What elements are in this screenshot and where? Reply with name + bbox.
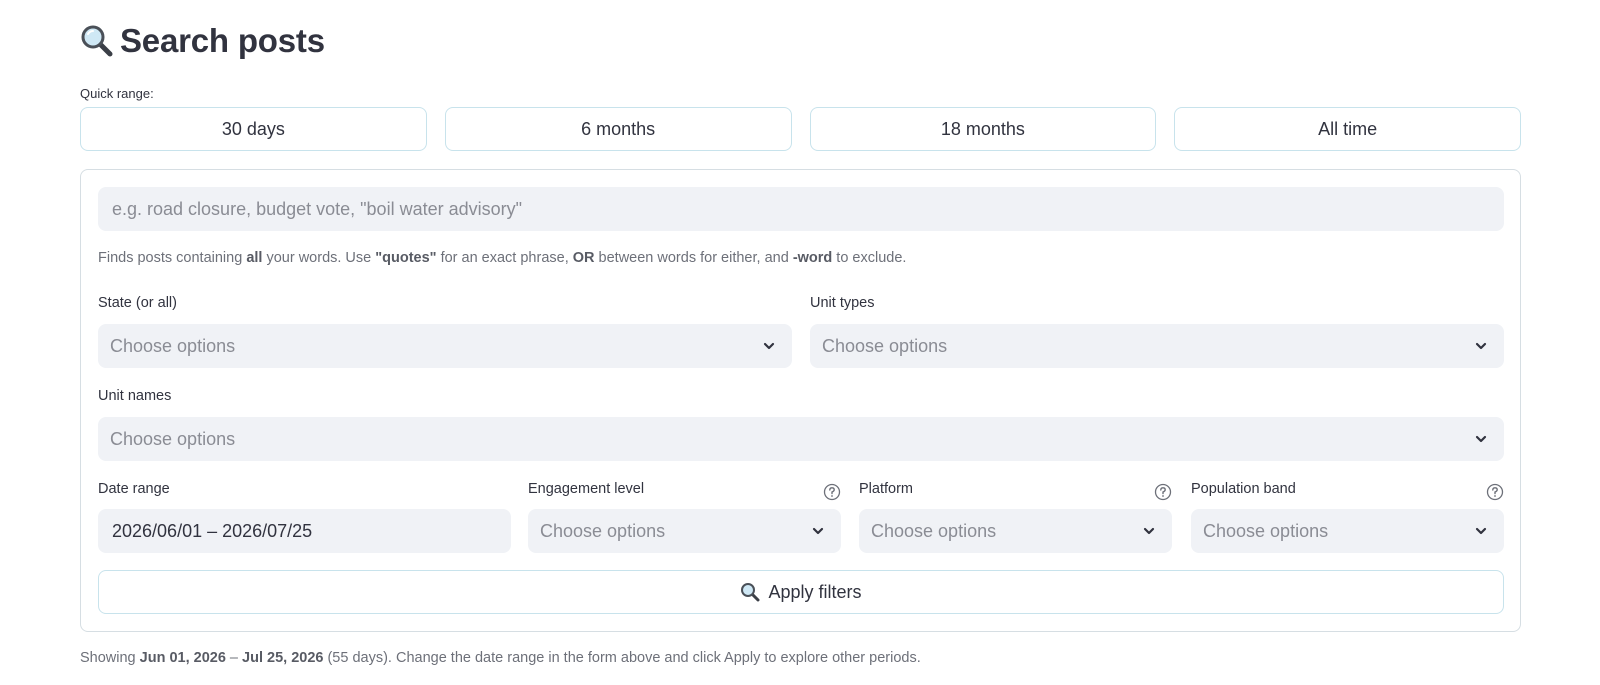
apply-filters-label: Apply filters [768, 581, 862, 602]
unit-names-select-placeholder: Choose options [110, 428, 236, 449]
platform-select[interactable]: Choose options [859, 509, 1172, 553]
engagement-level-select[interactable]: Choose options [528, 509, 841, 553]
date-range-input[interactable]: 2026/06/01 – 2026/07/25 [98, 509, 511, 553]
help-icon[interactable] [1154, 483, 1172, 501]
search-form: Finds posts containing all your words. U… [80, 169, 1521, 632]
engagement-level-label: Engagement level [528, 481, 645, 497]
search-input[interactable] [98, 187, 1504, 231]
help-icon[interactable] [1486, 483, 1504, 501]
unit-types-select-placeholder: Choose options [822, 335, 948, 356]
chevron-down-icon [1475, 342, 1487, 350]
unit-types-select[interactable]: Choose options [810, 324, 1504, 368]
quick-range-6-months-button[interactable]: 6 months [444, 107, 792, 151]
chevron-down-icon [812, 527, 824, 535]
platform-label: Platform [859, 481, 913, 497]
quick-range-all-time-button[interactable]: All time [1174, 107, 1521, 151]
chevron-down-icon [1143, 527, 1155, 535]
date-range-label: Date range [98, 481, 170, 497]
population-band-select-placeholder: Choose options [1203, 520, 1329, 541]
population-band-select[interactable]: Choose options [1191, 509, 1504, 553]
unit-names-select[interactable]: Choose options [98, 417, 1504, 461]
state-select[interactable]: Choose options [98, 324, 792, 368]
help-icon[interactable] [823, 483, 841, 501]
date-range-summary: Showing Jun 01, 2026 – Jul 25, 2026 (55 … [80, 650, 921, 666]
state-label: State (or all) [98, 295, 177, 311]
quick-range-18-months-button[interactable]: 18 months [809, 107, 1157, 151]
apply-filters-button[interactable]: Apply filters [98, 570, 1504, 614]
unit-types-label: Unit types [810, 295, 875, 311]
chevron-down-icon [763, 342, 775, 350]
state-select-placeholder: Choose options [110, 335, 236, 356]
quick-range-label: Quick range: [80, 86, 154, 101]
page-title: Search posts [80, 18, 325, 64]
unit-names-label: Unit names [98, 388, 172, 404]
magnifier-icon [741, 583, 760, 602]
platform-select-placeholder: Choose options [871, 520, 997, 541]
search-help-text: Finds posts containing all your words. U… [98, 250, 907, 266]
quick-range-30-days-button[interactable]: 30 days [80, 107, 427, 151]
engagement-level-select-placeholder: Choose options [540, 520, 666, 541]
page-title-text: Search posts [120, 22, 325, 59]
population-band-label: Population band [1191, 481, 1296, 497]
magnifier-icon [80, 24, 114, 58]
chevron-down-icon [1475, 527, 1487, 535]
quick-range-group: 30 days 6 months 18 months All time [80, 107, 1521, 151]
chevron-down-icon [1475, 435, 1487, 443]
